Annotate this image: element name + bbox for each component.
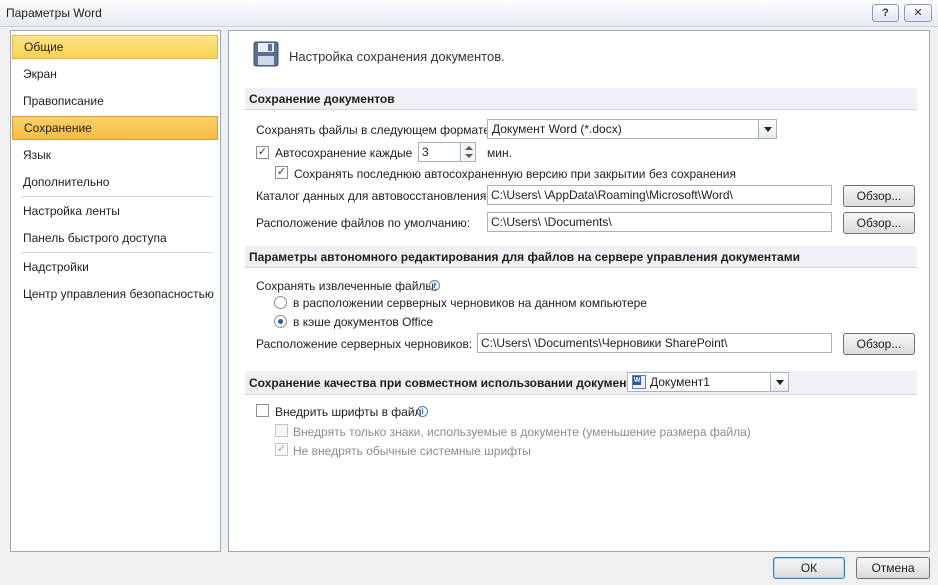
default-location-input[interactable]: C:\Users\ \Documents\ — [487, 212, 832, 232]
sidebar-divider — [21, 196, 213, 197]
close-button[interactable]: ✕ — [904, 4, 932, 22]
page-title: Настройка сохранения документов. — [289, 49, 505, 64]
chevron-down-icon[interactable] — [758, 120, 776, 138]
server-drafts-option-label: в расположении серверных черновиков на д… — [293, 296, 647, 310]
autorecover-location-label: Каталог данных для автовосстановления: — [256, 189, 490, 203]
save-documents-heading: Сохранение документов — [245, 88, 917, 110]
sidebar-item-general[interactable]: Общие — [12, 35, 218, 59]
save-checked-out-label: Сохранять извлеченные файлы: — [256, 279, 438, 293]
info-icon: i — [429, 280, 440, 291]
autosave-minutes-spinner[interactable] — [460, 142, 476, 162]
office-cache-option-label: в кэше документов Office — [293, 315, 434, 329]
help-icon: ? — [882, 7, 889, 19]
sidebar-item-quick-access-toolbar[interactable]: Панель быстрого доступа — [12, 226, 218, 250]
sidebar-divider — [21, 252, 213, 253]
sidebar-item-language[interactable]: Язык — [12, 143, 218, 167]
spin-down-icon[interactable] — [465, 154, 473, 158]
cancel-button[interactable]: Отмена — [856, 557, 930, 579]
save-format-value: Документ Word (*.docx) — [492, 122, 622, 136]
info-icon: i — [417, 406, 428, 417]
default-location-label: Расположение файлов по умолчанию: — [256, 216, 471, 230]
options-panel: Настройка сохранения документов. Сохране… — [228, 30, 930, 552]
keep-last-autosave-label: Сохранять последнюю автосохраненную верс… — [294, 167, 736, 181]
no-common-fonts-checkbox: ✓ — [275, 443, 288, 456]
sidebar-item-save[interactable]: Сохранение — [12, 116, 218, 140]
fidelity-document-value: Документ1 — [650, 375, 710, 389]
embed-only-used-chars-label: Внедрять только знаки, используемые в до… — [293, 425, 751, 439]
fidelity-heading-label: Сохранение качества при совместном испол… — [249, 376, 644, 390]
save-format-dropdown[interactable]: Документ Word (*.docx) — [487, 119, 777, 139]
title-bar: Параметры Word ? ✕ — [0, 0, 938, 27]
spin-up-icon[interactable] — [465, 146, 473, 150]
server-drafts-location-label: Расположение серверных черновиков: — [256, 337, 473, 351]
no-common-fonts-label: Не внедрять обычные системные шрифты — [293, 444, 531, 458]
autosave-unit: мин. — [487, 146, 512, 160]
sidebar-item-customize-ribbon[interactable]: Настройка ленты — [12, 199, 218, 223]
server-drafts-location-input[interactable]: C:\Users\ \Documents\Черновики SharePoin… — [477, 333, 832, 353]
embed-only-used-chars-checkbox — [275, 424, 288, 437]
autorecover-location-input[interactable]: C:\Users\ \AppData\Roaming\Microsoft\Wor… — [487, 185, 832, 205]
ok-button[interactable]: ОК — [773, 557, 845, 579]
office-cache-radio[interactable] — [274, 315, 287, 328]
sidebar-item-display[interactable]: Экран — [12, 62, 218, 86]
keep-last-autosave-checkbox[interactable]: ✓ — [275, 166, 288, 179]
autosave-checkbox[interactable]: ✓ — [256, 146, 269, 159]
close-icon: ✕ — [913, 7, 923, 19]
window-title: Параметры Word — [6, 6, 102, 20]
server-drafts-browse-button[interactable]: Обзор... — [843, 333, 915, 355]
floppy-disk-icon — [253, 41, 279, 67]
fidelity-heading: Сохранение качества при совместном испол… — [245, 371, 917, 395]
help-button[interactable]: ? — [872, 4, 899, 22]
server-drafts-radio[interactable] — [274, 296, 287, 309]
chevron-down-icon[interactable] — [770, 373, 788, 391]
offline-editing-heading: Параметры автономного редактирования для… — [245, 246, 917, 268]
save-format-label: Сохранять файлы в следующем формате: — [256, 123, 494, 137]
fidelity-document-dropdown[interactable]: Документ1 — [627, 372, 789, 392]
word-document-icon — [632, 375, 646, 389]
sidebar-item-trust-center[interactable]: Центр управления безопасностью — [12, 282, 218, 306]
embed-fonts-checkbox[interactable] — [256, 404, 269, 417]
default-location-browse-button[interactable]: Обзор... — [843, 212, 915, 234]
embed-fonts-label: Внедрить шрифты в файл — [275, 405, 422, 419]
sidebar-item-proofing[interactable]: Правописание — [12, 89, 218, 113]
sidebar-item-addins[interactable]: Надстройки — [12, 255, 218, 279]
autorecover-browse-button[interactable]: Обзор... — [843, 185, 915, 207]
autosave-label: Автосохранение каждые — [275, 146, 413, 160]
sidebar: Общие Экран Правописание Сохранение Язык… — [10, 30, 221, 552]
autosave-minutes-input[interactable]: 3 — [418, 142, 461, 162]
sidebar-item-advanced[interactable]: Дополнительно — [12, 170, 218, 194]
